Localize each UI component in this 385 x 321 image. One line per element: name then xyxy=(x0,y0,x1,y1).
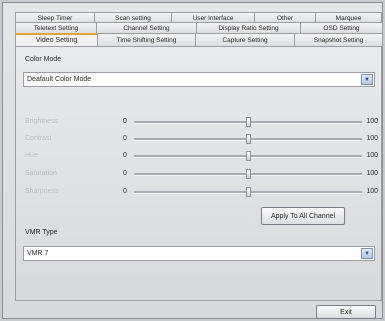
slider-max-value: 100 xyxy=(366,188,378,195)
tab-time-shifting-setting[interactable]: Time Shifting Setting xyxy=(97,33,196,46)
slider-max-value: 100 xyxy=(366,170,378,177)
slider-min-value: 0 xyxy=(123,118,127,125)
slider-row-contrast: Contrast 0 100 xyxy=(16,132,383,146)
settings-window: Sleep Timer Scan setting User Interface … xyxy=(2,2,383,319)
slider-track[interactable] xyxy=(134,169,362,179)
color-mode-select[interactable]: Deafault Color Mode ▼ xyxy=(23,72,375,87)
tab-snapshot-setting[interactable]: Snapshot Setting xyxy=(294,33,383,46)
tab-row-2: Teletext Setting Channel Setting Display… xyxy=(15,22,383,33)
slider-thumb[interactable] xyxy=(246,169,251,179)
color-mode-value: Deafault Color Mode xyxy=(27,76,92,83)
slider-thumb[interactable] xyxy=(246,134,251,144)
slider-max-value: 100 xyxy=(366,135,378,142)
slider-row-hue: Hue 0 100 xyxy=(16,149,383,163)
tab-teletext-setting[interactable]: Teletext Setting xyxy=(15,22,97,33)
vmr-type-label: VMR Type xyxy=(25,229,58,236)
slider-label: Contrast xyxy=(25,135,52,142)
slider-label: Hue xyxy=(25,152,38,159)
tab-video-setting[interactable]: Video Setting xyxy=(15,33,98,46)
vmr-type-value: VMR 7 xyxy=(27,250,49,257)
color-mode-label: Color Mode xyxy=(25,56,62,63)
slider-row-brightness: Brightness 0 100 xyxy=(16,115,383,129)
apply-to-all-channel-button[interactable]: Apply To All Channel xyxy=(261,207,345,225)
slider-row-sharpness: Sharpness 0 100 xyxy=(16,185,383,199)
slider-label: Saturation xyxy=(25,170,57,177)
slider-track[interactable] xyxy=(134,117,362,127)
slider-label: Brightness xyxy=(25,118,59,125)
slider-track[interactable] xyxy=(134,187,362,197)
slider-thumb[interactable] xyxy=(246,187,251,197)
slider-row-saturation: Saturation 0 100 xyxy=(16,167,383,181)
slider-min-value: 0 xyxy=(123,152,127,159)
slider-thumb[interactable] xyxy=(246,151,251,161)
tab-row-3: Video Setting Time Shifting Setting Capt… xyxy=(15,33,383,46)
slider-min-value: 0 xyxy=(123,188,127,195)
slider-max-value: 100 xyxy=(366,152,378,159)
slider-min-value: 0 xyxy=(123,170,127,177)
chevron-down-icon[interactable]: ▼ xyxy=(361,248,373,259)
tab-display-ratio-setting[interactable]: Display Ratio Setting xyxy=(196,22,301,33)
tab-capture-setting[interactable]: Capture Setting xyxy=(195,33,295,46)
vmr-type-select[interactable]: VMR 7 ▼ xyxy=(23,246,375,261)
tab-osd-setting[interactable]: OSD Setting xyxy=(300,22,383,33)
slider-max-value: 100 xyxy=(366,118,378,125)
chevron-down-icon[interactable]: ▼ xyxy=(361,74,373,85)
video-setting-panel: Color Mode Deafault Color Mode ▼ Brightn… xyxy=(15,46,382,301)
slider-thumb[interactable] xyxy=(246,117,251,127)
slider-min-value: 0 xyxy=(123,135,127,142)
slider-track[interactable] xyxy=(134,151,362,161)
tab-channel-setting[interactable]: Channel Setting xyxy=(96,22,197,33)
slider-label: Sharpness xyxy=(25,188,59,195)
slider-track[interactable] xyxy=(134,134,362,144)
exit-button[interactable]: Exit xyxy=(316,305,376,319)
